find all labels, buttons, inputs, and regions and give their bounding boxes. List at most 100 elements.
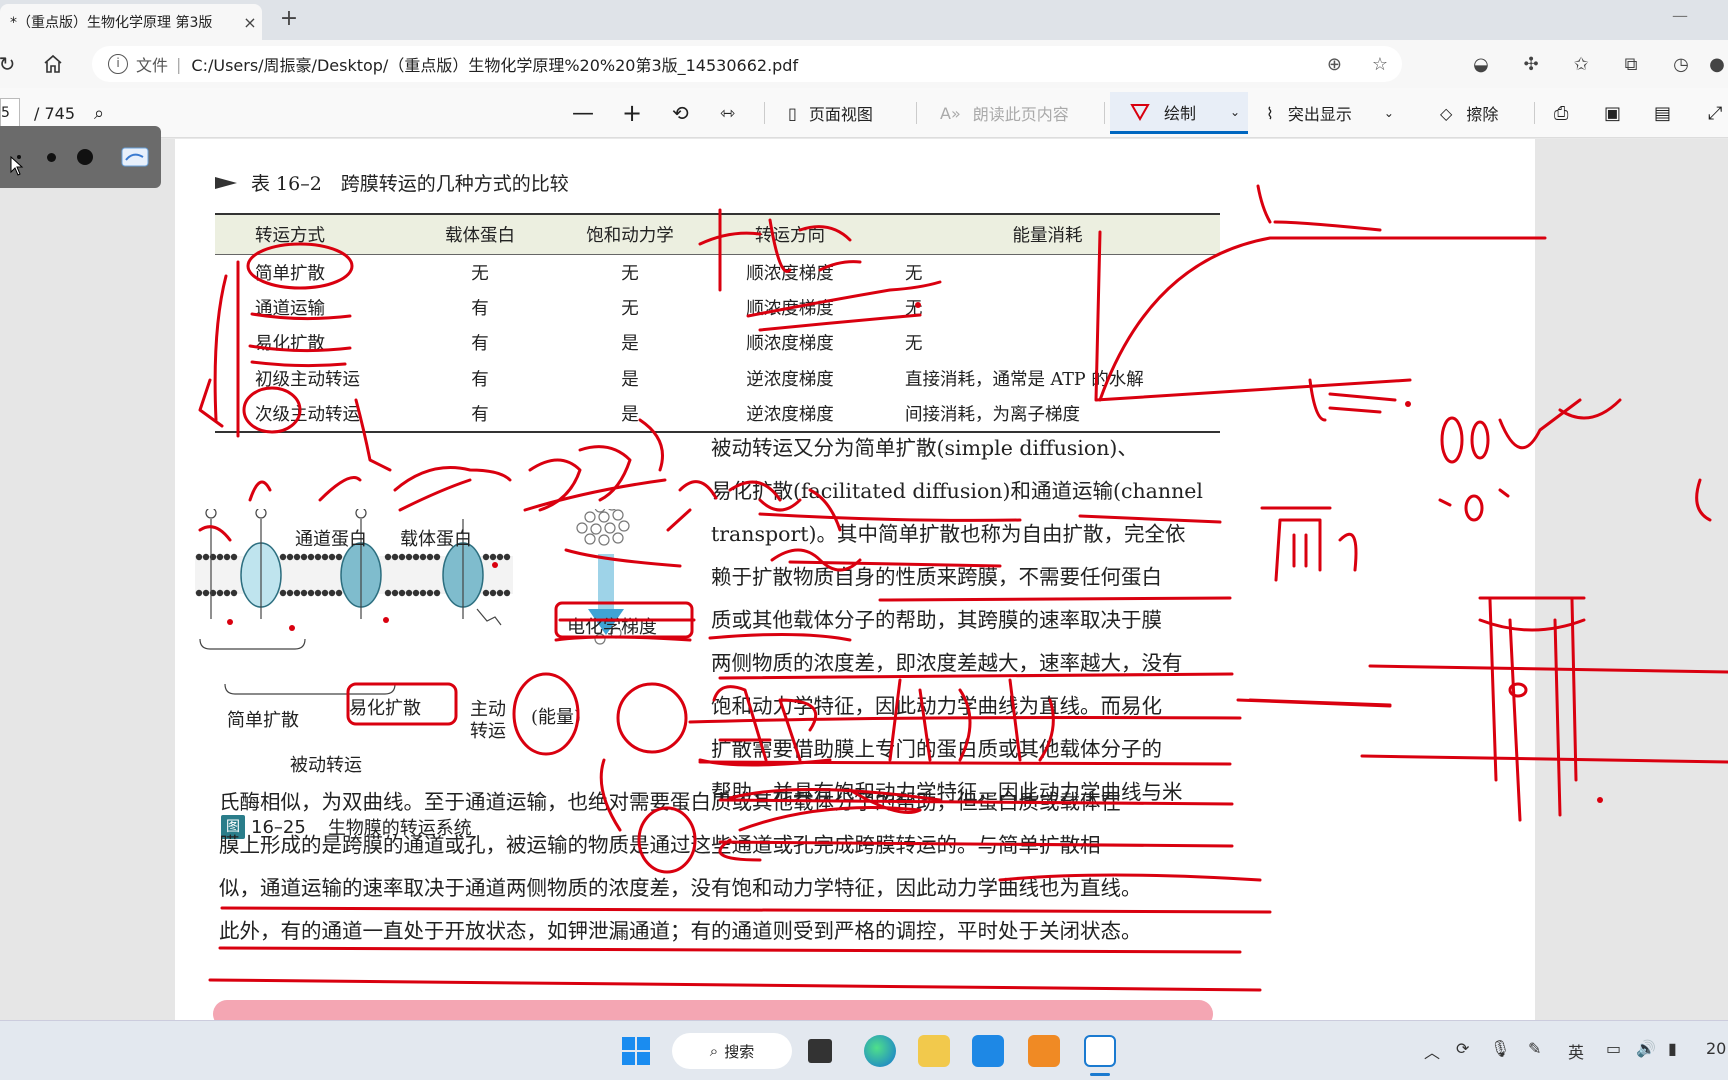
cell-method: 初级主动转运 (255, 369, 360, 390)
cell-method: 通道运输 (255, 298, 325, 319)
cell-method: 易化扩散 (255, 334, 325, 355)
caption-arrow-icon (215, 176, 237, 189)
address-separator: | (176, 54, 182, 74)
table-caption-text: 表 16–2 跨膜转运的几种方式的比较 (251, 173, 569, 195)
text-line: 赖于扩散物质自身的性质来跨膜，不需要任何蛋白 (711, 565, 1162, 589)
cell-direction: 顺浓度梯度 (746, 263, 834, 284)
pen-color-icon[interactable] (120, 142, 150, 172)
table-row: 易化扩散 有 是 顺浓度梯度 无 (215, 325, 1220, 361)
ime-indicator[interactable]: 英 (1568, 1039, 1584, 1063)
table-header-row: 转运方式 载体蛋白 饱和动力学 转运方向 能量消耗 (215, 214, 1220, 254)
network-icon[interactable]: ▭ (1606, 1039, 1621, 1058)
profile-icon[interactable]: ● (1706, 54, 1728, 75)
label-channel-protein: 通道蛋白 (295, 529, 367, 550)
draw-label: 绘制 (1164, 103, 1197, 123)
label-facilitated-diffusion: 易化扩散 (349, 698, 421, 719)
favorite-add-icon[interactable]: ☆ (1372, 54, 1388, 75)
history-icon[interactable]: ◷ (1656, 54, 1706, 75)
text-line: 氏酶相似，为双曲线。至于通道运输，也绝对需要蛋白质或其他载体分子的帮助，但蛋白质… (219, 790, 1121, 814)
text-line: 扩散需要借助膜上专门的蛋白质或其他载体分子的 (711, 737, 1162, 761)
rotate-icon[interactable]: ⟲ (672, 88, 689, 138)
start-icon[interactable] (620, 1035, 652, 1067)
save-as-icon[interactable]: ▤ (1654, 88, 1671, 138)
text-line: 似，通道运输的速率取决于通道两侧物质的浓度差，没有饱和动力学特征，因此动力学曲线… (219, 876, 1142, 900)
favorites-icon[interactable]: ✩ (1556, 54, 1606, 75)
new-tab-button[interactable]: + (274, 6, 304, 31)
cell-saturation: 是 (621, 404, 639, 425)
page-view-icon: ▯ (788, 103, 797, 123)
pen-size-large[interactable] (70, 142, 100, 172)
eraser-icon: ◇ (1440, 103, 1453, 123)
clock[interactable]: 20 (1706, 1039, 1726, 1058)
task-view-icon[interactable] (808, 1039, 832, 1063)
label-simple-diffusion: 简单扩散 (227, 710, 299, 731)
microphone-icon[interactable]: 🎙 (1490, 1039, 1510, 1058)
header-method: 转运方式 (255, 225, 325, 246)
document-viewport[interactable]: 表 16–2 跨膜转运的几种方式的比较 转运方式 载体蛋白 饱和动力学 转运方向… (0, 139, 1728, 1028)
cell-saturation: 无 (621, 263, 639, 284)
info-icon[interactable]: i (108, 54, 128, 74)
table-row: 通道运输 有 无 顺浓度梯度 无 (215, 290, 1220, 326)
cell-saturation: 是 (621, 334, 639, 355)
save-icon[interactable]: ▣ (1604, 88, 1621, 138)
tab-pdf[interactable]: *（重点版）生物化学原理 第3版 × (0, 4, 262, 40)
table-caption: 表 16–2 跨膜转运的几种方式的比较 (215, 169, 569, 196)
text-line: 膜上形成的是跨膜的通道或孔，被运输的物质是通过这些通道或孔完成跨膜转运的。与简单… (219, 833, 1101, 857)
refresh-icon[interactable]: ↻ (0, 47, 24, 81)
file-explorer-icon[interactable] (918, 1035, 950, 1067)
label-carrier-protein: 载体蛋白 (400, 529, 472, 550)
draw-button[interactable]: 绘制 ⌄ (1110, 92, 1248, 134)
highlight-chevron-down-icon[interactable]: ⌄ (1384, 106, 1394, 120)
copilot-icon[interactable]: ◒ (1456, 54, 1506, 75)
address-label: 文件 (136, 56, 169, 75)
collections-icon[interactable]: ⧉ (1606, 54, 1656, 75)
zoom-out-button[interactable]: — (572, 88, 594, 138)
tab-close-icon[interactable]: × (238, 13, 262, 32)
cell-direction: 逆浓度梯度 (746, 369, 834, 390)
cell-carrier: 无 (471, 263, 489, 284)
page-view-button[interactable]: ▯ 页面视图 (788, 88, 873, 138)
whiteboard-icon[interactable] (1084, 1035, 1116, 1067)
tab-title: *（重点版）生物化学原理 第3版 (10, 15, 213, 31)
battery-icon[interactable]: ▮ (1668, 1039, 1677, 1058)
print-icon[interactable]: ⎙ (1554, 88, 1568, 138)
table-row: 初级主动转运 有 是 逆浓度梯度 直接消耗，通常是 ATP 的水解 (215, 361, 1220, 397)
read-aloud-icon: A» (940, 103, 961, 123)
highlight-button[interactable]: ⌇ 突出显示 ⌄ (1266, 88, 1394, 138)
sync-icon[interactable]: ⟳ (1456, 1039, 1469, 1058)
edge-icon[interactable] (864, 1035, 896, 1067)
cell-energy: 无 (905, 334, 923, 355)
read-aloud-label: 朗读此页内容 (972, 105, 1069, 124)
cell-carrier: 有 (471, 298, 489, 319)
taskbar-search-label: 搜索 (724, 1042, 755, 1061)
erase-button[interactable]: ◇ 擦除 (1440, 88, 1498, 138)
text-line: 质或其他载体分子的帮助，其跨膜的速率取决于膜 (711, 608, 1162, 632)
url-box[interactable]: i 文件 | C:/Users/周振豪/Desktop/（重点版）生物化学原理%… (92, 46, 1402, 82)
tray-overflow-chevron-icon[interactable]: ︿ (1424, 1039, 1440, 1063)
volume-icon[interactable]: 🔊 (1636, 1039, 1656, 1058)
expand-icon[interactable]: ⤢ (1708, 88, 1722, 138)
header-saturation: 饱和动力学 (586, 225, 674, 246)
url-text[interactable]: C:/Users/周振豪/Desktop/（重点版）生物化学原理%20%20第3… (191, 52, 798, 76)
highlighter-icon: ⌇ (1266, 103, 1274, 123)
taskbar-search-button[interactable]: ⌕ 搜索 (672, 1033, 792, 1069)
comparison-table: 转运方式 载体蛋白 饱和动力学 转运方向 能量消耗 简单扩散 无 无 顺浓度梯度… (215, 213, 1220, 433)
home-icon[interactable] (36, 47, 70, 81)
app-icon[interactable] (1028, 1035, 1060, 1067)
draw-pen-icon (1130, 103, 1150, 121)
minimize-icon[interactable]: — (1672, 6, 1688, 25)
page-number-input[interactable]: 5 (0, 98, 20, 128)
fit-width-icon[interactable]: ⇿ (720, 88, 735, 138)
mouse-cursor-icon (10, 156, 24, 176)
pen-icon[interactable]: ✎ (1528, 1039, 1541, 1058)
zoom-icon[interactable]: ⊕ (1327, 54, 1342, 75)
pen-size-medium[interactable] (36, 142, 66, 172)
draw-chevron-down-icon[interactable]: ⌄ (1230, 105, 1240, 119)
media-app-icon[interactable] (972, 1035, 1004, 1067)
extensions-icon[interactable]: ✣ (1506, 54, 1556, 75)
read-aloud-button[interactable]: A» 朗读此页内容 (940, 88, 1069, 138)
taskbar: ⌕ 搜索 ︿ ⟳ 🎙 ✎ 英 ▭ 🔊 ▮ 20 (0, 1020, 1728, 1080)
zoom-in-button[interactable]: + (622, 88, 642, 138)
cell-direction: 顺浓度梯度 (746, 334, 834, 355)
cell-method: 次级主动转运 (255, 404, 360, 425)
